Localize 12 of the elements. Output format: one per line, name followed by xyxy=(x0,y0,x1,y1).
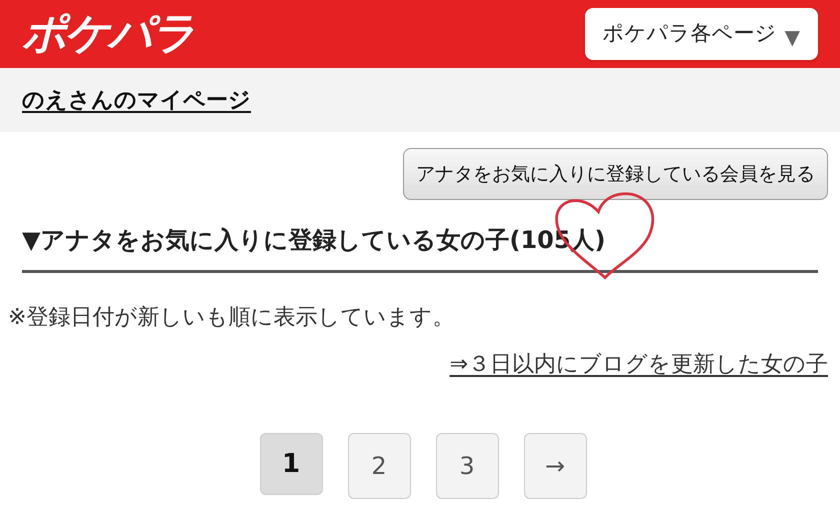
recent-blog-link[interactable]: ⇒３日以内にブログを更新した女の子 xyxy=(450,348,828,381)
logo[interactable]: ポケパラ xyxy=(22,12,194,56)
menu-button[interactable]: ポケパラ各ページ ▼ xyxy=(584,8,818,60)
page-button[interactable]: 3 xyxy=(436,433,498,499)
favorited-members-button[interactable]: アナタをお気に入りに登録している会員を見る xyxy=(403,148,828,200)
sort-note: ※登録日付が新しいも順に表示しています。 xyxy=(7,304,456,332)
page-button[interactable]: 2 xyxy=(348,433,410,499)
page-button[interactable]: 1 xyxy=(260,433,322,495)
caret-icon: ▼ xyxy=(784,22,800,52)
mypage-link[interactable]: のえさんのマイページ xyxy=(22,84,251,116)
section-title: ▼アナタをお気に入りに登録している女の子 xyxy=(22,225,510,256)
page-button[interactable]: → xyxy=(524,433,586,499)
